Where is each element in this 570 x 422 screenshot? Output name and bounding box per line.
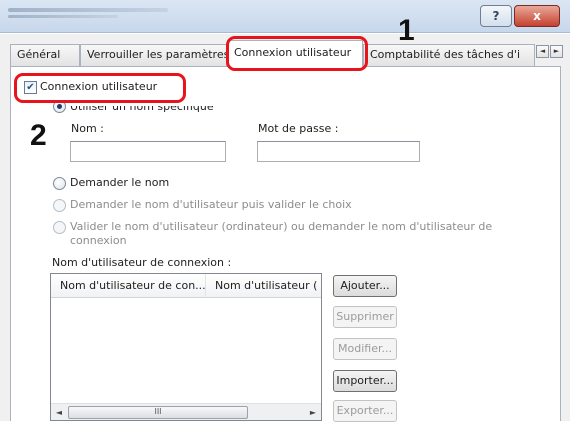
password-input[interactable] [257, 141, 420, 162]
callout-number-1: 1 [398, 14, 415, 47]
column-header-user-name[interactable]: Nom d'utilisateur ( [206, 274, 321, 298]
tab-general[interactable]: Général [10, 44, 80, 66]
validate-pc-radio[interactable] [53, 221, 66, 234]
scroll-left-icon[interactable]: ◄ [51, 405, 67, 420]
callout-number-2: 2 [30, 119, 47, 152]
window-title-blurred [8, 8, 168, 12]
edit-button[interactable]: Modifier... [333, 338, 397, 360]
ask-validate-label: Demander le nom d'utilisateur puis valid… [70, 198, 352, 211]
tab-job-accounting[interactable]: Comptabilité des tâches d'i [363, 44, 535, 66]
login-user-list[interactable]: Nom d'utilisateur de con... Nom d'utilis… [50, 273, 322, 421]
add-button[interactable]: Ajouter... [333, 275, 397, 297]
close-button[interactable]: x [514, 5, 560, 27]
callout-box-tab [226, 36, 368, 71]
login-list-title: Nom d'utilisateur de connexion : [52, 256, 232, 269]
tab-scroll-right-icon[interactable]: ► [550, 45, 563, 58]
password-label: Mot de passe : [258, 122, 339, 135]
ask-name-radio[interactable] [53, 177, 66, 190]
name-input[interactable] [70, 141, 226, 162]
ask-validate-radio[interactable] [53, 199, 66, 212]
import-button[interactable]: Importer... [333, 370, 397, 392]
callout-box-checkbox [14, 73, 186, 103]
export-button[interactable]: Exporter... [333, 400, 397, 422]
close-icon: x [533, 9, 541, 23]
name-label: Nom : [71, 122, 104, 135]
validate-pc-label-line2: connexion [70, 234, 127, 247]
validate-pc-label: Valider le nom d'utilisateur (ordinateur… [70, 220, 493, 233]
help-button[interactable]: ? [480, 5, 512, 27]
tab-scroll-left-icon[interactable]: ◄ [536, 45, 549, 58]
list-header: Nom d'utilisateur de con... Nom d'utilis… [51, 274, 321, 298]
tab-lock-settings[interactable]: Verrouiller les paramètres [80, 44, 227, 66]
scroll-right-icon[interactable]: ► [305, 405, 321, 420]
horizontal-scrollbar[interactable]: ◄ III ► [51, 403, 321, 420]
window-titlebar[interactable]: ? x [0, 0, 570, 33]
scroll-thumb[interactable]: III [68, 406, 248, 419]
ask-name-label: Demander le nom [70, 176, 170, 189]
column-header-login-name[interactable]: Nom d'utilisateur de con... [51, 274, 206, 298]
delete-button[interactable]: Supprimer [333, 306, 397, 328]
help-icon: ? [492, 9, 500, 23]
window-title-blurred-line [8, 15, 118, 18]
